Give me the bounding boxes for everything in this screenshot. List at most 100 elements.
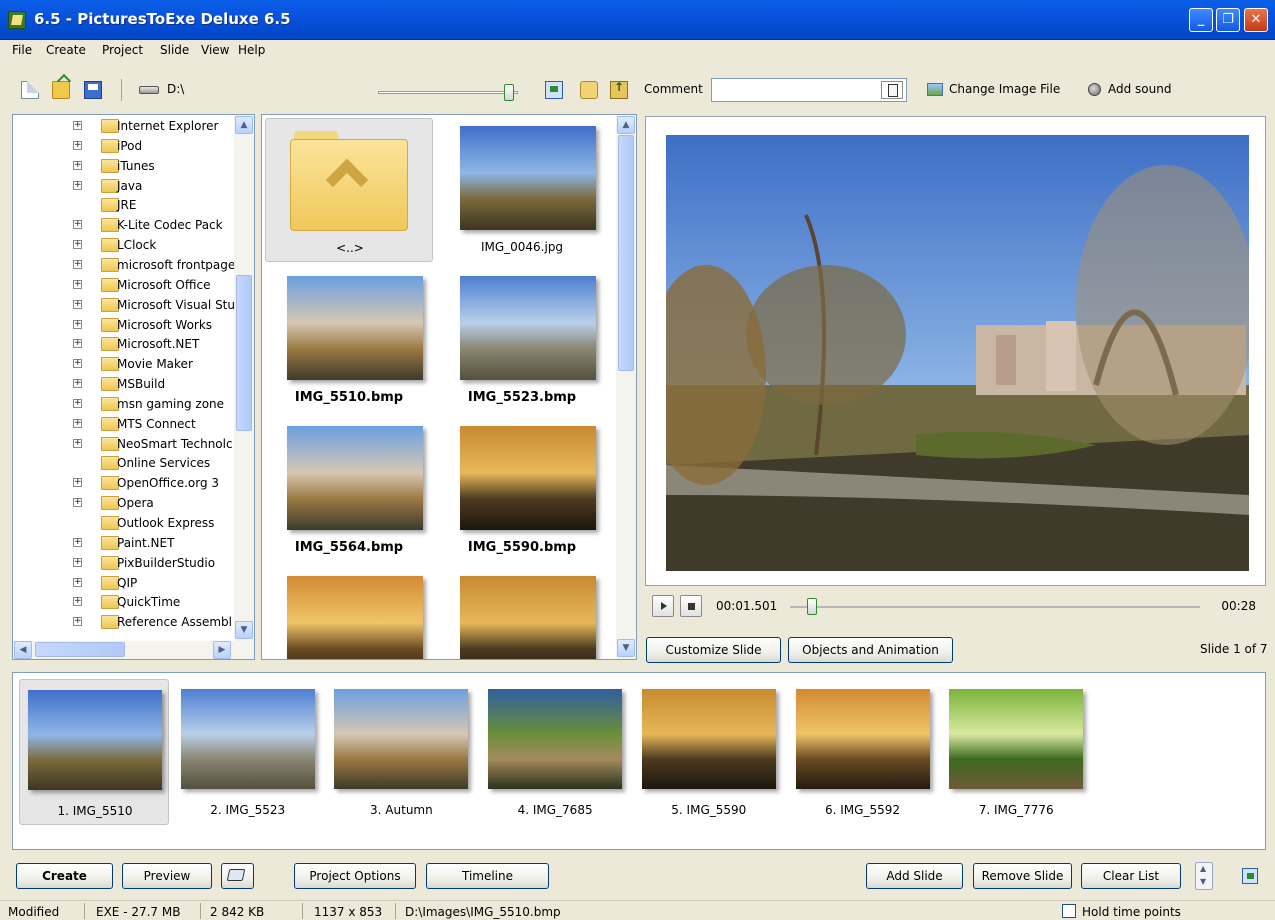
thumbnail-size-slider[interactable]: [378, 91, 518, 94]
expand-icon[interactable]: +: [73, 438, 82, 448]
tree-item[interactable]: + Microsoft.NET: [13, 334, 235, 354]
file-browser-vertical-scrollbar[interactable]: ▲ ▼: [616, 115, 636, 659]
tree-item[interactable]: + microsoft frontpage: [13, 255, 235, 275]
tree-item[interactable]: + MSBuild: [13, 374, 235, 394]
tree-item[interactable]: + Paint.NET: [13, 533, 235, 553]
folder-tree-horizontal-scrollbar[interactable]: ◀ ▶: [13, 641, 254, 659]
scroll-up-button[interactable]: ▲: [617, 116, 635, 134]
minimize-button[interactable]: _: [1189, 8, 1213, 32]
timeline-slider[interactable]: [790, 606, 1200, 608]
tree-item[interactable]: + OpenOffice.org 3: [13, 473, 235, 493]
tree-item[interactable]: + Reference Assembl: [13, 612, 235, 632]
browse-folder-icon[interactable]: [580, 81, 598, 99]
scroll-thumb[interactable]: [35, 642, 125, 657]
clear-list-button[interactable]: Clear List: [1081, 863, 1181, 889]
file-item[interactable]: [438, 568, 606, 659]
tree-item[interactable]: + Movie Maker: [13, 354, 235, 374]
tree-item[interactable]: + Java: [13, 176, 235, 196]
file-item[interactable]: IMG_5510.bmp: [265, 268, 433, 412]
scroll-up-button[interactable]: ▲: [235, 116, 253, 134]
move-slide-updown[interactable]: [1195, 862, 1213, 890]
expand-icon[interactable]: +: [73, 339, 82, 349]
preview-button[interactable]: Preview: [122, 863, 212, 889]
drive-icon[interactable]: [139, 86, 159, 94]
fit-window-icon[interactable]: [545, 81, 563, 99]
file-item[interactable]: IMG_5590.bmp: [438, 418, 606, 562]
close-button[interactable]: ✕: [1244, 8, 1268, 32]
slide-item[interactable]: 5. IMG_5590: [634, 679, 784, 825]
scroll-thumb[interactable]: [236, 275, 252, 431]
expand-icon[interactable]: +: [73, 498, 82, 508]
comment-edit-button[interactable]: [881, 81, 903, 99]
parent-folder-item[interactable]: <..>: [265, 118, 433, 262]
menu-slide[interactable]: Slide: [160, 43, 189, 57]
folder-tree-vertical-scrollbar[interactable]: ▲ ▼: [234, 115, 254, 641]
customize-slide-button[interactable]: Customize Slide: [646, 637, 781, 663]
scroll-down-button[interactable]: ▼: [235, 621, 253, 639]
new-project-icon[interactable]: [21, 81, 39, 99]
scroll-down-button[interactable]: ▼: [617, 639, 635, 657]
create-button[interactable]: Create: [16, 863, 113, 889]
fullscreen-preview-button[interactable]: [221, 863, 254, 889]
scroll-right-button[interactable]: ▶: [213, 641, 231, 659]
folder-up-icon[interactable]: [610, 80, 628, 99]
menu-create[interactable]: Create: [46, 43, 86, 57]
timeline-button[interactable]: Timeline: [426, 863, 549, 889]
drive-label[interactable]: D:\: [167, 82, 184, 96]
tree-item[interactable]: + QIP: [13, 573, 235, 593]
scroll-thumb[interactable]: [618, 135, 634, 371]
expand-icon[interactable]: +: [73, 617, 82, 627]
expand-icon[interactable]: +: [73, 160, 82, 170]
remove-slide-button[interactable]: Remove Slide: [973, 863, 1072, 889]
thumbnail-size-slider-thumb[interactable]: [504, 84, 514, 101]
maximize-button[interactable]: ❐: [1216, 8, 1240, 32]
tree-item[interactable]: + iPod: [13, 136, 235, 156]
add-sound-button[interactable]: Add sound: [1086, 82, 1171, 96]
tree-item[interactable]: + K-Lite Codec Pack: [13, 215, 235, 235]
menu-view[interactable]: View: [201, 43, 229, 57]
tree-item[interactable]: + QuickTime: [13, 592, 235, 612]
file-item[interactable]: IMG_0046.jpg: [438, 118, 606, 262]
slide-item[interactable]: 2. IMG_5523: [173, 679, 323, 825]
play-button[interactable]: [652, 595, 674, 617]
slide-item[interactable]: 1. IMG_5510: [19, 679, 169, 825]
timeline-slider-thumb[interactable]: [807, 598, 818, 615]
tree-item[interactable]: + iTunes: [13, 156, 235, 176]
tree-item[interactable]: + Internet Explorer: [13, 116, 235, 136]
tree-item[interactable]: + PixBuilderStudio: [13, 553, 235, 573]
file-item[interactable]: IMG_5523.bmp: [438, 268, 606, 412]
tree-item[interactable]: + msn gaming zone: [13, 394, 235, 414]
tree-item[interactable]: + Opera: [13, 493, 235, 513]
menu-project[interactable]: Project: [102, 43, 143, 57]
tree-item[interactable]: + LClock: [13, 235, 235, 255]
expand-icon[interactable]: +: [73, 577, 82, 587]
tree-item[interactable]: JRE: [13, 195, 235, 215]
expand-icon[interactable]: +: [73, 180, 82, 190]
tree-item[interactable]: + Microsoft Visual Stu: [13, 295, 235, 315]
expand-icon[interactable]: +: [73, 557, 82, 567]
tree-item[interactable]: + Microsoft Works: [13, 315, 235, 335]
fit-window-icon[interactable]: [1242, 868, 1258, 884]
stop-button[interactable]: [680, 595, 702, 617]
expand-icon[interactable]: +: [73, 259, 82, 269]
save-project-icon[interactable]: [84, 81, 102, 99]
expand-icon[interactable]: +: [73, 418, 82, 428]
slide-item[interactable]: 6. IMG_5592: [788, 679, 938, 825]
expand-icon[interactable]: +: [73, 220, 82, 230]
expand-icon[interactable]: +: [73, 478, 82, 488]
file-item[interactable]: [265, 568, 433, 659]
expand-icon[interactable]: +: [73, 379, 82, 389]
hold-time-points-checkbox[interactable]: [1062, 904, 1076, 918]
tree-item[interactable]: Outlook Express: [13, 513, 235, 533]
expand-icon[interactable]: +: [73, 121, 82, 130]
slide-item[interactable]: 3. Autumn: [326, 679, 476, 825]
expand-icon[interactable]: +: [73, 279, 82, 289]
tree-item[interactable]: + NeoSmart Technolc: [13, 434, 235, 454]
add-slide-button[interactable]: Add Slide: [866, 863, 963, 889]
change-image-file-button[interactable]: Change Image File: [927, 82, 1060, 96]
project-options-button[interactable]: Project Options: [294, 863, 416, 889]
slide-item[interactable]: 7. IMG_7776: [941, 679, 1091, 825]
expand-icon[interactable]: +: [73, 359, 82, 369]
open-project-icon[interactable]: [52, 81, 70, 99]
menu-help[interactable]: Help: [238, 43, 265, 57]
